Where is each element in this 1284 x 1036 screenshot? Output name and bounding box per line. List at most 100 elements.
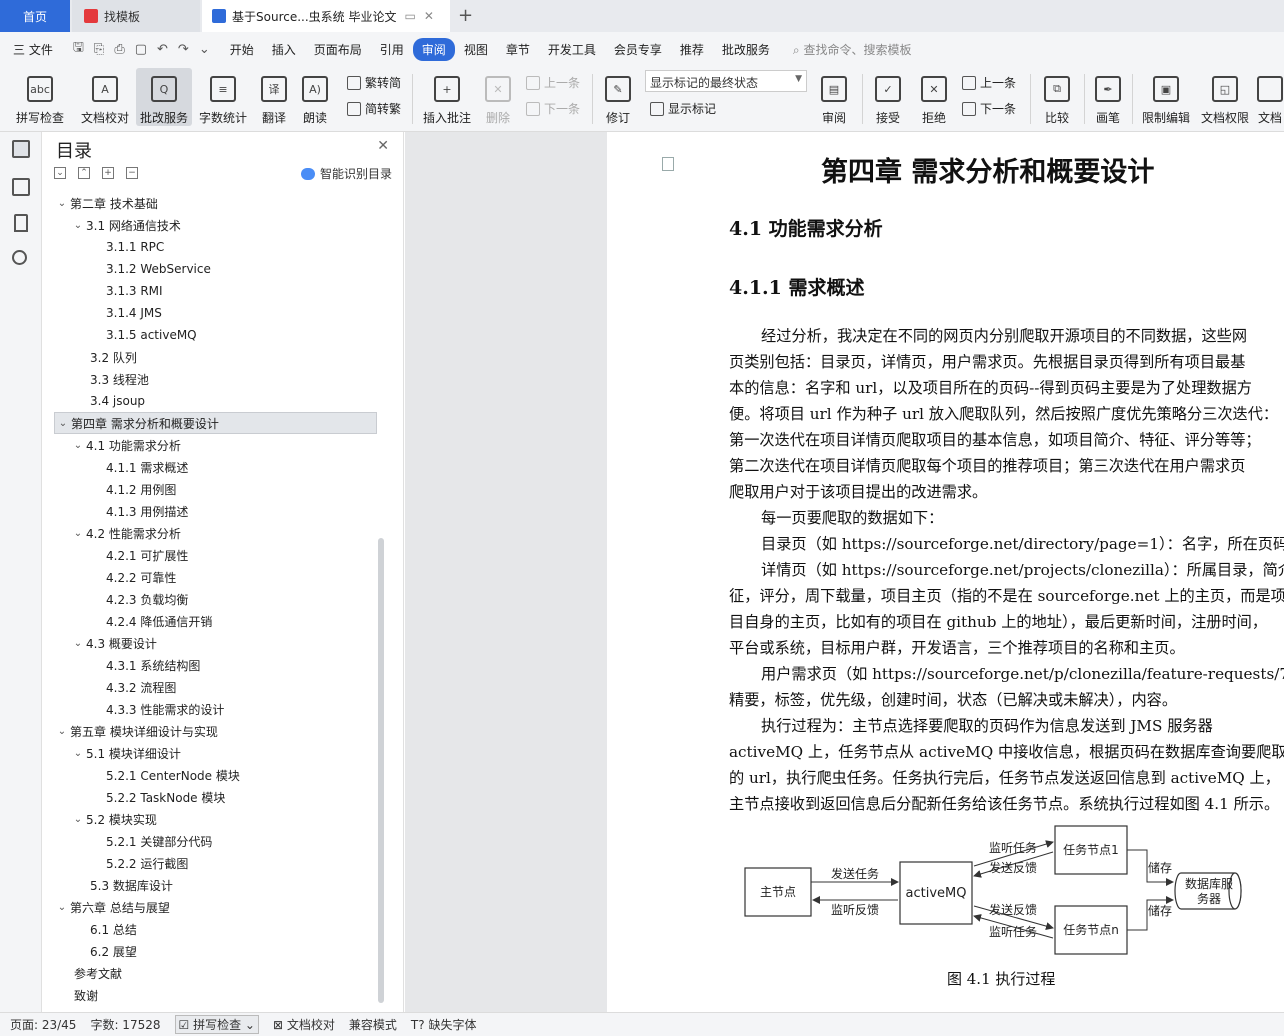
toc-item[interactable]: 6.1 总结 (54, 918, 377, 940)
toc-item[interactable]: ⌄ 4.2 性能需求分析 (54, 522, 377, 544)
reject-button[interactable]: ✕ 拒绝 (914, 68, 954, 126)
doc-more-button[interactable]: 文档 (1256, 68, 1284, 126)
screen-icon[interactable]: ▭ (404, 9, 415, 23)
document-page[interactable]: 第四章 需求分析和概要设计 4.1 功能需求分析 4.1.1 需求概述 经过分析… (607, 132, 1284, 1012)
tab-find-template[interactable]: 找模板 (72, 0, 200, 32)
toc-item[interactable]: ⌄ 3.1 网络通信技术 (54, 214, 377, 236)
show-markup-button[interactable]: 显示标记 (650, 100, 716, 117)
menu-tab-4[interactable]: 审阅 (412, 37, 455, 61)
accept-button[interactable]: ✓ 接受 (868, 68, 908, 126)
toc-item[interactable]: 4.3.2 流程图 (54, 676, 377, 698)
compare-button[interactable]: ⧉ 比较 (1036, 68, 1078, 126)
toc-item[interactable]: ⌄ 第六章 总结与展望 (54, 896, 377, 918)
print-icon[interactable]: ⎙ (114, 42, 124, 57)
more-icon[interactable]: ⌄ (199, 42, 210, 57)
menu-tab-5[interactable]: 视图 (455, 38, 497, 61)
menu-tab-3[interactable]: 引用 (371, 38, 413, 61)
spell-check-toggle[interactable]: ☑ 拼写检查 ⌄ (174, 1015, 259, 1034)
menu-tab-6[interactable]: 章节 (497, 38, 539, 61)
doc-permission-button[interactable]: ◱ 文档权限 (1198, 68, 1252, 126)
toc-item[interactable]: 4.1.1 需求概述 (54, 456, 377, 478)
toc-item[interactable]: 4.2.3 负载均衡 (54, 588, 377, 610)
toc-item[interactable]: 4.2.4 降低通信开销 (54, 610, 377, 632)
toc-item[interactable]: 3.1.2 WebService (54, 258, 377, 280)
toc-item[interactable]: 3.4 jsoup (54, 390, 377, 412)
next-change-button[interactable]: 下一条 (962, 100, 1016, 117)
toc-item[interactable]: 3.1.1 RPC (54, 236, 377, 258)
toc-item[interactable]: 5.3 数据库设计 (54, 874, 377, 896)
track-changes-button[interactable]: ✎ 修订 (598, 68, 638, 126)
ink-button[interactable]: ✒ 画笔 (1090, 68, 1126, 126)
tab-home[interactable]: 首页 (0, 0, 70, 32)
chevron-down-icon[interactable]: ⌄ (54, 902, 70, 913)
toc-item[interactable]: ⌄ 4.3 概要设计 (54, 632, 377, 654)
undo-icon[interactable]: ↶ (157, 42, 168, 57)
add-icon[interactable]: + (102, 167, 114, 179)
file-menu[interactable]: 三 文件 (4, 38, 62, 61)
page-indicator[interactable]: 页面: 23/45 (10, 1016, 76, 1033)
toc-item[interactable]: ⌄ 第四章 需求分析和概要设计 (54, 412, 377, 434)
toc-item[interactable]: 4.1.3 用例描述 (54, 500, 377, 522)
chevron-down-icon[interactable]: ⌄ (70, 220, 86, 231)
translate-button[interactable]: 译翻译 (256, 68, 292, 126)
section-nav-icon[interactable] (12, 178, 30, 196)
menu-tab-10[interactable]: 批改服务 (713, 38, 779, 61)
chevron-down-icon[interactable]: ⌄ (55, 418, 71, 429)
compat-mode[interactable]: 兼容模式 (349, 1016, 397, 1033)
new-tab-button[interactable]: + (458, 5, 473, 26)
toc-item[interactable]: 3.1.5 activeMQ (54, 324, 377, 346)
menu-tab-0[interactable]: 开始 (221, 38, 263, 61)
chevron-down-icon[interactable]: ⌄ (70, 638, 86, 649)
chevron-down-icon[interactable]: ⌄ (70, 440, 86, 451)
toc-item[interactable]: 5.2.1 关键部分代码 (54, 830, 377, 852)
toc-item[interactable]: 3.1.3 RMI (54, 280, 377, 302)
chevron-down-icon[interactable]: ⌄ (54, 726, 70, 737)
read-aloud-button[interactable]: A) 朗读 (298, 68, 332, 126)
toc-icon[interactable] (12, 140, 30, 158)
menu-tab-1[interactable]: 插入 (263, 38, 305, 61)
redo-icon[interactable]: ↷ (178, 42, 189, 57)
next-comment-button[interactable]: 下一条 (526, 100, 580, 117)
toc-item[interactable]: 6.2 展望 (54, 940, 377, 962)
simp-to-trad-button[interactable]: 简转繁 (347, 100, 401, 117)
toc-item[interactable]: ⌄ 第五章 模块详细设计与实现 (54, 720, 377, 742)
toc-item[interactable]: ⌄ 4.1 功能需求分析 (54, 434, 377, 456)
close-icon[interactable]: ✕ (424, 9, 434, 23)
toc-item[interactable]: 5.2.2 运行截图 (54, 852, 377, 874)
command-search[interactable]: ⌕ 查找命令、搜索模板 (793, 41, 912, 58)
toc-item[interactable]: 3.1.4 JMS (54, 302, 377, 324)
review-pane-button[interactable]: ▤ 审阅 (814, 68, 854, 126)
menu-tab-9[interactable]: 推荐 (671, 38, 713, 61)
menu-tab-2[interactable]: 页面布局 (305, 38, 371, 61)
toc-item[interactable]: 致谢 (54, 984, 377, 1006)
chevron-down-icon[interactable]: ⌄ (70, 814, 86, 825)
word-count-button[interactable]: ≡ 字数统计 (198, 68, 248, 126)
trad-to-simp-button[interactable]: 繁转简 (347, 74, 401, 91)
prev-change-button[interactable]: 上一条 (962, 74, 1016, 91)
toc-scrollbar[interactable] (378, 538, 384, 1003)
toc-item[interactable]: 4.3.1 系统结构图 (54, 654, 377, 676)
toc-item[interactable]: 4.1.2 用例图 (54, 478, 377, 500)
bookmark-icon[interactable] (14, 214, 28, 232)
delete-comment-button[interactable]: ✕ 删除 (478, 68, 518, 126)
toc-item[interactable]: 参考文献 (54, 962, 377, 984)
missing-font-button[interactable]: T? 缺失字体 (411, 1016, 477, 1033)
export-icon[interactable]: ⎘ (94, 42, 104, 57)
toc-item[interactable]: ⌄ 第二章 技术基础 (54, 192, 377, 214)
chevron-down-icon[interactable]: ⌄ (70, 528, 86, 539)
toc-item[interactable]: ⌄ 5.1 模块详细设计 (54, 742, 377, 764)
prev-comment-button[interactable]: 上一条 (526, 74, 580, 91)
correction-service-button[interactable]: Q 批改服务 (136, 68, 192, 126)
insert-comment-button[interactable]: + 插入批注 (420, 68, 474, 126)
doc-proof-button[interactable]: A 文档校对 (78, 68, 132, 126)
chevron-down-icon[interactable]: ⌄ (54, 198, 70, 209)
toc-item[interactable]: 3.2 队列 (54, 346, 377, 368)
search-icon[interactable] (12, 250, 27, 265)
preview-icon[interactable]: ▢ (135, 42, 147, 57)
remove-icon[interactable]: − (126, 167, 138, 179)
expand-icon[interactable]: ⌃ (78, 167, 90, 179)
doc-proof-toggle[interactable]: ⊠ 文档校对 (273, 1016, 335, 1033)
chevron-down-icon[interactable]: ⌄ (70, 748, 86, 759)
restrict-edit-button[interactable]: ▣ 限制编辑 (1138, 68, 1194, 126)
toc-item[interactable]: 5.2.1 CenterNode 模块 (54, 764, 377, 786)
